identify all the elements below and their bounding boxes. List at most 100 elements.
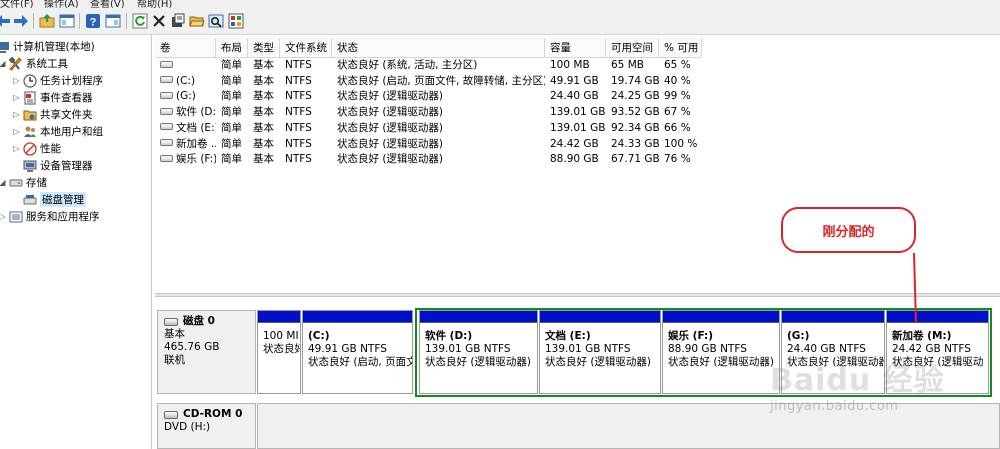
tree-item-computer-management[interactable]: 计算机管理(本地) [0,38,95,55]
partition-e[interactable]: 文档 (E:) 139.01 GB NTFS 状态良好 (逻辑驱动器) [539,310,661,394]
tree-item-disk-management[interactable]: 磁盘管理 [23,191,86,208]
delete-icon[interactable] [150,12,167,29]
table-cell: NTFS [285,137,312,150]
menu-view[interactable]: 查看(V) [90,0,125,8]
disk-icon [164,317,178,326]
table-cell: 状态良好 (逻辑驱动器) [337,121,444,134]
table-cell: 139.01 GB [550,106,606,119]
properties-icon[interactable] [169,12,186,29]
search-icon[interactable] [207,12,224,29]
expand-arrow-icon[interactable]: ▷ [0,212,7,221]
table-cell: 状态良好 (逻辑驱动器) [337,137,444,150]
table-cell [155,58,216,73]
volume-icon [160,60,173,68]
table-row[interactable]: 新加卷 ... 简单基本 NTFS 状态良好 (逻辑驱动器) 24.42 GB 24.33… [155,137,1000,152]
tree-item-local-users[interactable]: ▷ 本地用户和组 [12,123,103,140]
properties-pane-icon[interactable] [104,12,121,29]
cdrom-0-media-area [257,403,1000,449]
tree-item-system-tools[interactable]: ◢ 系统工具 [0,55,68,72]
disk-layout-pane: 磁盘 0 基本 465.76 GB 联机 100 MI状态良好 (C:)49.9… [155,297,1000,449]
table-cell: 状态良好 (启动, 页面文件, 故障转储, 主分区) [337,74,545,87]
table-row[interactable]: 软件 (D:) 简单 基本 NTFS 状态良好 (逻辑驱动器) 139.01 GB 93.5… [155,105,1000,120]
table-cell: (C:) [155,74,216,89]
column-header-percent-free[interactable]: % 可用 [659,38,702,58]
column-header-status[interactable]: 状态 [332,38,545,58]
users-icon [23,125,37,139]
column-header-type[interactable]: 类型 [248,38,280,58]
tree-item-event-viewer[interactable]: ▷ 事件查看器 [12,89,93,106]
shared-folder-icon [23,108,37,122]
forward-icon[interactable] [12,12,29,29]
help-icon[interactable]: ? [84,12,101,29]
expand-arrow-icon[interactable]: ▷ [12,110,21,119]
callout-note: 刚分配的 [781,207,916,253]
cdrom-0-info[interactable]: CD-ROM 0 DVD (H:) [157,403,256,449]
tree-item-performance[interactable]: ▷ 性能 [12,140,61,157]
expand-arrow-icon[interactable]: ▷ [12,127,21,136]
table-cell: 24.25 GB [611,90,659,103]
tree-item-storage[interactable]: ◢ 存储 [0,174,47,191]
tree-item-task-scheduler[interactable]: ▷ 任务计划程序 [12,72,103,89]
up-folder-icon[interactable] [38,12,55,29]
table-row[interactable]: 娱乐 (F:) 简单 基本 NTFS 状态良好 (逻辑驱动器) 88.90 GB 67.71… [155,152,1000,167]
storage-icon [9,176,23,190]
partition-m-new-volume[interactable]: 新加卷 (M:) 24.42 GB NTFS 状态良好 (逻辑驱动 [886,310,989,394]
services-icon [9,210,23,224]
svg-text:?: ? [89,16,96,28]
table-row[interactable]: 简单 基本 NTFS 状态良好 (系统, 活动, 主分区) 100 MB 65 MB 65 … [155,58,1000,73]
table-cell: 状态良好 (逻辑驱动器) [337,106,444,119]
column-header-capacity[interactable]: 容量 [545,38,606,58]
volume-icon [160,107,173,115]
tree-item-shared-folders[interactable]: ▷ 共享文件夹 [12,106,92,123]
partition-f[interactable]: 娱乐 (F:) 88.90 GB NTFS 状态良好 (逻辑驱动器) [662,310,780,394]
partition-g[interactable]: (G:) 24.40 GB NTFS 状态良好 (逻辑驱动器) [781,310,885,394]
table-cell: 简单 [221,153,242,166]
table-cell: 93.52 GB [611,106,659,119]
table-cell: 基本 [253,59,274,71]
table-row[interactable]: (C:) 简单 基本 NTFS 状态良好 (启动, 页面文件, 故障转储, 主分区) 49… [155,74,1000,89]
expand-arrow-icon[interactable]: ▷ [12,93,21,102]
volume-icon [160,76,173,84]
expand-arrow-icon[interactable]: ▷ [12,76,21,85]
table-cell: NTFS [285,74,312,87]
tree-item-device-manager[interactable]: 设备管理器 [23,157,93,174]
column-header-filesystem[interactable]: 文件系统 [280,38,332,58]
table-cell: 基本 [253,137,274,150]
tools-icon [9,56,23,71]
back-icon[interactable] [0,12,11,29]
table-cell: 100 MB [550,59,590,71]
table-cell: 娱乐 (F:) [155,152,216,167]
expand-arrow-icon[interactable]: ▷ [12,144,21,153]
table-cell: 99 % [664,90,691,103]
column-header-layout[interactable]: 布局 [216,38,248,58]
partition-d[interactable]: 软件 (D:) 139.01 GB NTFS 状态良好 (逻辑驱动器) [419,310,538,394]
collapse-arrow-icon[interactable]: ◢ [0,59,7,68]
table-cell: 76 % [664,153,691,166]
table-cell: 139.01 GB [550,121,606,134]
show-tree-icon[interactable] [58,12,75,29]
column-header-volume[interactable]: 卷 [155,38,216,58]
settings-icon[interactable] [227,12,244,29]
partition-system-reserved[interactable]: 100 MI状态良好 [257,310,301,394]
table-cell: NTFS [285,59,312,71]
tree-item-services-apps[interactable]: ▷ 服务和应用程序 [0,208,100,225]
navigation-tree: 计算机管理(本地) ◢ 系统工具 ▷ 任务计划程序 ▷ 事件查看器 ▷ 共享文件… [0,35,152,449]
partition-c[interactable]: (C:) 49.91 GB NTFS 状态良好 (启动, 页面文 [302,310,413,394]
menu-action[interactable]: 操作(A) [44,0,79,8]
table-cell: NTFS [285,106,312,119]
table-cell: 24.33 GB [611,137,659,150]
table-cell: 简单 [221,59,242,71]
refresh-icon[interactable] [131,12,148,29]
table-cell: 24.40 GB [550,90,599,103]
table-row[interactable]: (G:) 简单 基本 NTFS 状态良好 (逻辑驱动器) 24.40 GB 24.25 GB… [155,89,1000,104]
disk-management-icon [23,193,37,207]
table-cell: 88.90 GB [550,153,599,166]
menu-help[interactable]: 帮助(H) [137,0,172,8]
table-cell: 67.71 GB [611,153,659,166]
table-row[interactable]: 文档 (E:) 简单 基本 NTFS 状态良好 (逻辑驱动器) 139.01 GB 92.3… [155,121,1000,136]
collapse-arrow-icon[interactable]: ◢ [0,178,7,187]
disk-0-info[interactable]: 磁盘 0 基本 465.76 GB 联机 [157,310,256,394]
open-icon[interactable] [188,12,205,29]
column-header-free-space[interactable]: 可用空间 [606,38,659,58]
menu-file[interactable]: 文件(F) [0,0,34,8]
